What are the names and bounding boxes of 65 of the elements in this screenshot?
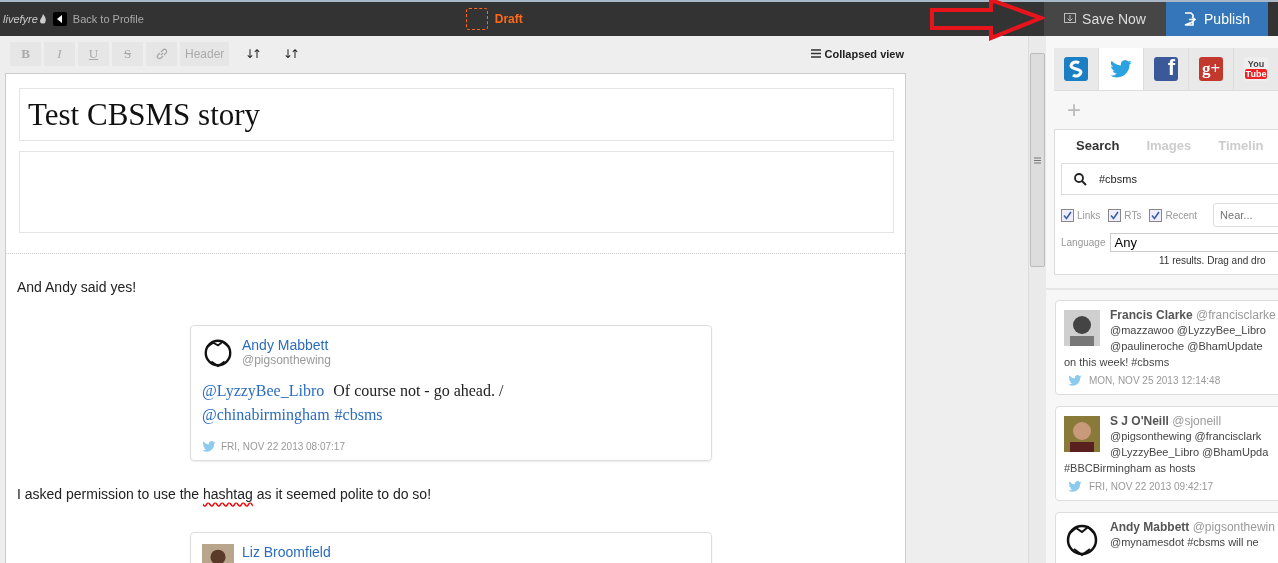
title-field[interactable]: Test CBSMS story — [19, 88, 894, 141]
tweet-link[interactable]: @LyzzyBee_Libro — [202, 382, 325, 399]
export-icon — [1184, 12, 1198, 26]
bird-icon — [1110, 60, 1132, 78]
scrollbar[interactable] — [1028, 36, 1046, 563]
paragraph: And Andy said yes! — [17, 279, 138, 295]
list-icon — [810, 49, 821, 58]
save-now-button[interactable]: Save Now — [1044, 2, 1166, 36]
author-handle: @sjoneill — [1172, 414, 1222, 428]
link-icon — [155, 47, 168, 60]
swirl-logo-icon — [1064, 57, 1088, 81]
back-to-profile-button[interactable]: Back to Profile — [52, 12, 144, 26]
search-query: #cbsms — [1099, 173, 1137, 185]
author-handle: @francisclarke — [1196, 308, 1276, 322]
tweet-card[interactable]: Andy Mabbett @pigsonthewin @mynamesdot #cbsms will ne — [1055, 512, 1278, 563]
search-icon — [1074, 172, 1087, 186]
collapsed-view-button[interactable]: Collapsed view — [810, 47, 904, 60]
language-select[interactable]: Any — [1109, 233, 1278, 252]
checkbox[interactable] — [1149, 208, 1163, 222]
bird-icon — [1068, 481, 1082, 492]
bird-icon — [202, 441, 216, 452]
tweet-text-line: on this week! #cbsms — [1064, 355, 1171, 370]
tweet-timestamp: FRI, NOV 22 2013 08:07:17 — [221, 441, 345, 452]
author-name[interactable]: Liz Broomfield — [242, 544, 331, 560]
draft-status: Draft — [494, 12, 523, 26]
twitter-source-tab[interactable] — [1099, 48, 1144, 90]
draft-status-icon — [465, 8, 488, 30]
search-field[interactable]: #cbsms — [1061, 163, 1278, 195]
author-name[interactable]: Andy Mabbett — [242, 337, 331, 353]
tweet-link[interactable]: #cbsms — [334, 406, 383, 423]
author-name: S J O'Neill — [1110, 414, 1169, 428]
checkbox-label: Links — [1077, 209, 1101, 221]
publish-button[interactable]: Publish — [1166, 2, 1268, 36]
tweet-link[interactable]: @chinabirmingham — [202, 406, 330, 423]
grip-icon — [1034, 156, 1041, 164]
near-field[interactable]: Near... — [1213, 203, 1278, 227]
author-name: Francis Clarke — [1110, 308, 1193, 322]
checkbox-label: RTs — [1124, 209, 1142, 221]
results-count: 11 results. Drag and dro — [1158, 255, 1267, 266]
paragraph: I asked permission to use the hashtag as it seemed polite to do so! — [17, 486, 433, 502]
tweet-text: @LyzzyBee_Libro Of course not - go ahead. / @chinabirmingham #cbsms — [202, 381, 505, 426]
tweet-text-line: @mazzawoo @LyzzyBee_Libro — [1110, 323, 1267, 338]
tweet-text-line: @LyzzyBee_Libro @BhamUpda — [1110, 445, 1269, 460]
logo[interactable]: livefyre — [3, 13, 47, 25]
bird-icon — [1068, 375, 1082, 386]
checkbox[interactable] — [1061, 208, 1074, 222]
author-handle: @pigsonthewing — [242, 353, 331, 367]
sort-button[interactable]: ↓↑ — [274, 41, 306, 66]
tweet-text-line: #BBCBirmingham as hosts — [1064, 461, 1197, 476]
sort-button[interactable]: ↓↑ — [236, 41, 268, 66]
tweet-text-line: @paulineroche @BhamUpdate — [1110, 339, 1264, 354]
checkbox[interactable] — [1108, 208, 1122, 222]
download-icon — [1064, 13, 1077, 25]
description-field[interactable] — [19, 151, 894, 233]
tweet-text-line: @mynamesdot #cbsms will ne — [1110, 535, 1260, 550]
author-name: Andy Mabbett — [1110, 520, 1190, 534]
tweet-timestamp: FRI, NOV 22 2013 09:42:17 — [1089, 481, 1213, 492]
search-tab[interactable]: Search — [1076, 138, 1120, 153]
language-label: Language — [1061, 237, 1106, 248]
tweet-text-line: @pigsonthewing @francisclark — [1110, 429, 1263, 444]
tweet-timestamp: MON, NOV 25 2013 12:14:48 — [1089, 375, 1221, 386]
author-handle: @pigsonthewin — [1192, 520, 1275, 534]
tweet-card[interactable]: S J O'Neill @sjoneill @pigsonthewing @francisclark @LyzzyBee_Libro @BhamUpda #BBCBirmingham as hosts FRI, NOV 22 2013 09:42:17 — [1055, 406, 1278, 501]
checkbox-label: Recent — [1165, 209, 1198, 221]
tweet-card[interactable]: Francis Clarke @francisclarke @mazzawoo @LyzzyBee_Libro @paulineroche @BhamUpdate on this week! #cbsms MON, NOV 25 2013 12:14:48 — [1055, 300, 1278, 395]
